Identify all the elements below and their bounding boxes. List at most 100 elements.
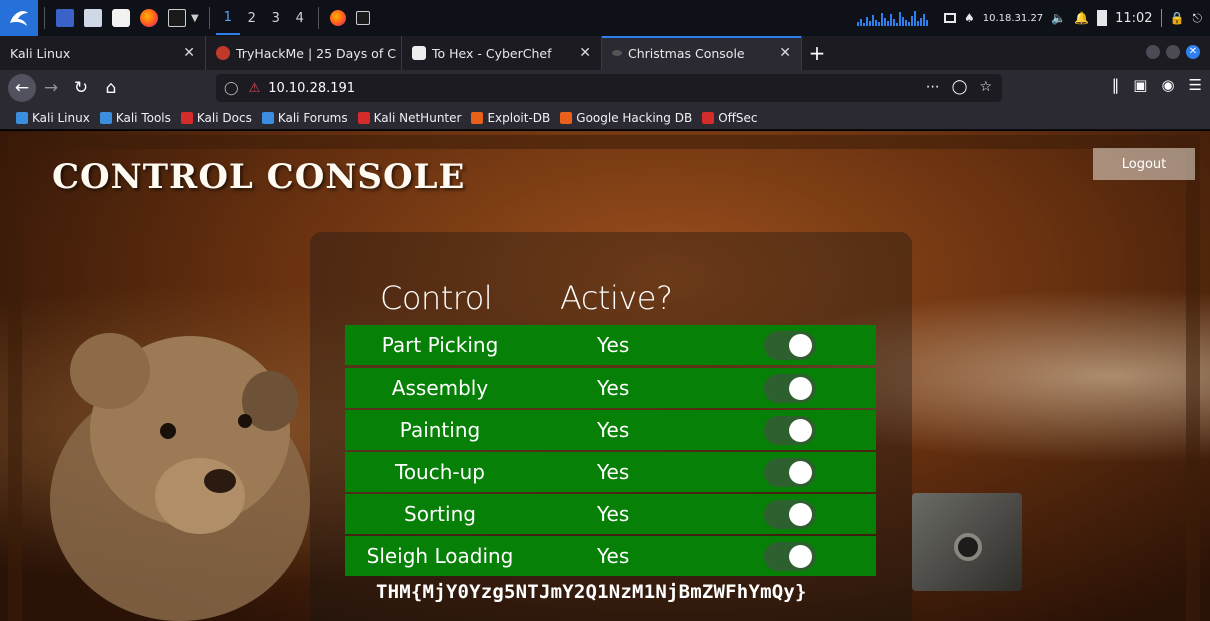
control-name: Part Picking [381, 333, 499, 357]
ghdb-icon [560, 111, 573, 124]
menu-icon[interactable]: ☰ [1189, 76, 1202, 94]
workspace-4[interactable]: 4 [288, 11, 312, 26]
control-row-painting: Painting Yes [345, 410, 876, 450]
reload-button[interactable]: ↻ [66, 73, 96, 103]
minimize-icon[interactable] [1146, 45, 1160, 59]
lock-screen-icon[interactable]: 🔒 [1170, 11, 1185, 25]
kali-menu-icon[interactable] [0, 0, 38, 36]
control-name: Sorting [404, 502, 476, 526]
power-icon[interactable]: ⎋ [1193, 11, 1203, 26]
toggle-knob [789, 334, 812, 357]
cpu-graph-icon [856, 10, 928, 26]
column-header-active: Active? [560, 279, 673, 317]
browser-tab-bar: Kali Linux ✕ TryHackMe | 25 Days of C ✕ … [0, 36, 1210, 70]
forward-button[interactable]: → [36, 73, 66, 103]
control-row-touch-up: Touch-up Yes [345, 452, 876, 492]
separator [44, 7, 45, 29]
active-value: Yes [597, 502, 630, 526]
control-name: Touch-up [395, 460, 485, 484]
battery-icon[interactable] [1097, 10, 1108, 26]
volume-icon[interactable]: 🔈 [1051, 11, 1066, 25]
show-desktop-icon[interactable] [56, 9, 74, 27]
account-icon[interactable]: ◉ [1161, 76, 1174, 94]
file-manager-icon[interactable] [84, 9, 102, 27]
workspace-3[interactable]: 3 [264, 11, 288, 26]
bookmark-kali-tools[interactable]: Kali Tools [99, 111, 171, 125]
tryhackme-favicon-icon [216, 46, 230, 60]
tab-label: Christmas Console [628, 45, 745, 61]
firefox-window-icon[interactable] [329, 10, 346, 26]
text-editor-icon[interactable] [112, 9, 130, 27]
active-value: Yes [597, 333, 630, 357]
toggle-switch[interactable] [764, 458, 816, 487]
url-text[interactable]: 10.10.28.191 [268, 81, 355, 96]
active-value: Yes [597, 418, 630, 442]
maximize-icon[interactable] [1166, 45, 1180, 59]
toggle-switch[interactable] [764, 542, 816, 571]
pocket-icon[interactable]: ◯ [952, 79, 968, 95]
tab-tryhackme[interactable]: TryHackMe | 25 Days of C ✕ [206, 36, 402, 70]
flag-text: THM{MjY0Yzg5NTJmY2Q1NzM1NjBmZWFhYmQy} [376, 581, 807, 603]
bookmarks-toolbar: Kali Linux Kali Tools Kali Docs Kali For… [0, 106, 1210, 130]
kali-forums-icon [261, 111, 274, 124]
url-bar[interactable]: ◯ ⚠ 10.10.28.191 ⋯ ◯ ☆ [216, 74, 1002, 102]
close-window-icon[interactable]: ✕ [1186, 45, 1200, 59]
firefox-icon[interactable] [140, 9, 158, 27]
control-name: Assembly [391, 376, 489, 400]
bookmark-kali-forums[interactable]: Kali Forums [261, 111, 348, 125]
active-value: Yes [597, 544, 630, 568]
separator [1160, 9, 1162, 27]
toggle-switch[interactable] [764, 331, 816, 360]
navigation-toolbar: ← → ↻ ⌂ ◯ ⚠ 10.10.28.191 ⋯ ◯ ☆ ‖ ▣ ◉ ☰ [0, 70, 1210, 106]
bookmark-kali-docs[interactable]: Kali Docs [180, 110, 252, 125]
kali-tools-icon [99, 111, 112, 124]
toggle-knob [789, 377, 812, 400]
toggle-knob [789, 503, 812, 526]
bookmark-kali-nethunter[interactable]: Kali NetHunter [357, 110, 462, 125]
insecure-lock-icon[interactable]: ⚠ [249, 81, 261, 96]
bookmark-star-icon[interactable]: ☆ [979, 79, 992, 95]
tab-christmas-console[interactable]: Christmas Console ✕ [602, 36, 802, 70]
bookmark-offsec[interactable]: OffSec [702, 111, 758, 125]
nethunter-icon [357, 111, 370, 124]
active-value: Yes [597, 460, 630, 484]
control-name: Sleigh Loading [366, 544, 514, 568]
workspace-1[interactable]: 1 [215, 1, 240, 35]
bookmark-google-hacking-db[interactable]: Google Hacking DB [560, 111, 692, 125]
page-title: CONTROL CONSOLE [52, 157, 466, 197]
notification-bell-icon[interactable]: 🔔 [1074, 11, 1089, 25]
toggle-switch[interactable] [764, 500, 816, 529]
home-button[interactable]: ⌂ [96, 73, 126, 103]
close-icon[interactable]: ✕ [571, 45, 591, 61]
page-actions-icon[interactable]: ⋯ [926, 79, 940, 95]
bookmark-label: Google Hacking DB [576, 110, 693, 125]
back-button[interactable]: ← [8, 74, 36, 102]
chevron-down-icon[interactable]: ▼ [191, 13, 199, 24]
close-icon[interactable]: ✕ [175, 45, 195, 61]
new-tab-button[interactable]: + [802, 36, 832, 70]
library-icon[interactable]: ‖ [1112, 76, 1120, 94]
close-icon[interactable]: ✕ [771, 45, 791, 61]
display-icon[interactable] [943, 13, 956, 23]
tracking-shield-icon[interactable]: ◯ [224, 81, 239, 96]
bookmark-exploit-db[interactable]: Exploit-DB [471, 111, 550, 125]
logout-button[interactable]: Logout [1093, 148, 1195, 180]
workspace-2[interactable]: 2 [240, 11, 264, 26]
bookmark-kali-linux[interactable]: Kali Linux [16, 111, 90, 125]
toggle-switch[interactable] [764, 374, 816, 403]
control-row-assembly: Assembly Yes [345, 368, 876, 408]
sidebar-icon[interactable]: ▣ [1133, 76, 1147, 94]
bookmark-label: Kali Docs [196, 110, 252, 125]
toggle-switch[interactable] [764, 416, 816, 445]
control-row-sleigh-loading: Sleigh Loading Yes [345, 536, 876, 576]
bookmark-label: Kali NetHunter [373, 110, 462, 125]
tab-label: To Hex - CyberChef [432, 45, 552, 61]
terminal-icon[interactable] [168, 9, 186, 27]
terminal-window-icon[interactable] [355, 11, 370, 25]
kali-docs-icon [180, 111, 193, 124]
bookmark-label: Exploit-DB [487, 110, 551, 125]
tab-cyberchef[interactable]: To Hex - CyberChef ✕ [402, 36, 602, 70]
suitcase-lock-image [912, 493, 1022, 591]
tab-kali-linux[interactable]: Kali Linux ✕ [0, 36, 206, 70]
cyberchef-favicon-icon [412, 46, 426, 60]
